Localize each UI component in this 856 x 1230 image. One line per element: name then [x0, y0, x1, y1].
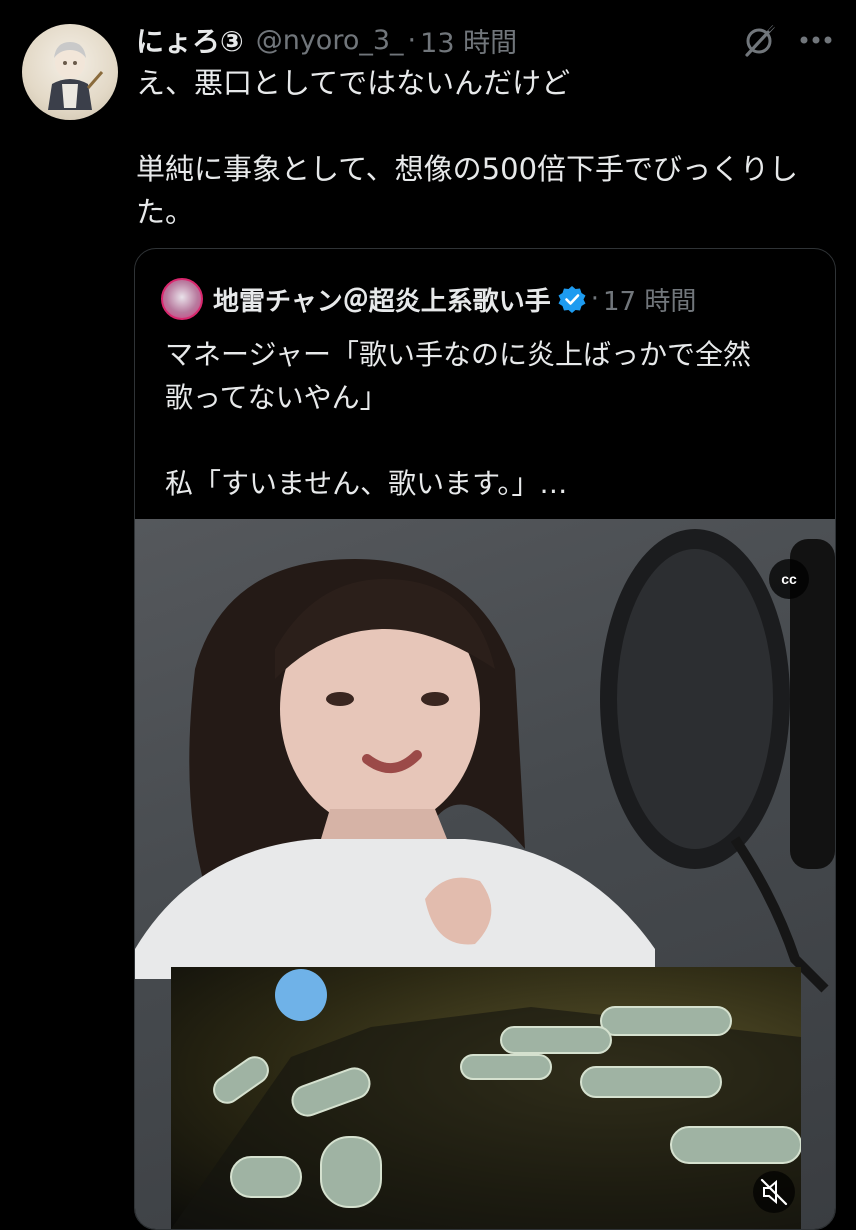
closed-captions-icon[interactable]: cc: [767, 557, 811, 601]
more-icon[interactable]: [796, 22, 836, 58]
video-inset-scene: [171, 967, 801, 1229]
quoted-tweet-text: マネージャー「歌い手なのに炎上ばっかで全然 歌ってないやん」 私「すいません、歌…: [165, 333, 815, 505]
avatar[interactable]: [22, 24, 118, 120]
quoted-text-line: 歌ってないやん」: [165, 381, 388, 414]
separator-dot: ·: [407, 24, 417, 56]
quoted-text-line: 私「すいません、歌います。」…: [165, 467, 568, 500]
user-handle[interactable]: @nyoro_3_: [256, 25, 404, 56]
quoted-tweet[interactable]: 地雷チャン＠超炎上系歌い手 · 17 時間 マネージャー「歌い手なのに炎上ばっか…: [134, 248, 836, 1230]
tweet-text-line: 単純に事象として、想像の500倍下手でびっくりし: [136, 152, 799, 186]
quoted-timestamp[interactable]: 17 時間: [603, 281, 696, 318]
verified-badge-icon: [558, 286, 586, 313]
quoted-text-blank-line: [165, 419, 815, 462]
muted-speaker-icon[interactable]: [751, 1169, 797, 1215]
tweet-header: にょろ③ @nyoro_3_ · 13 時間: [136, 18, 517, 62]
display-name[interactable]: にょろ③: [136, 20, 244, 60]
avatar-illustration: [48, 42, 104, 110]
tweet-text-blank-line: [136, 105, 846, 148]
quoted-tweet-header: 地雷チャン＠超炎上系歌い手 · 17 時間: [161, 278, 696, 320]
tweet-text-line: た。: [136, 195, 195, 229]
timestamp[interactable]: 13 時間: [420, 21, 517, 60]
tweet-text-line: え、悪口としてではないんだけど: [136, 66, 571, 100]
grok-icon[interactable]: [742, 22, 778, 58]
separator-dot: ·: [590, 284, 600, 314]
tweet-text: え、悪口としてではないんだけど 単純に事象として、想像の500倍下手でびっくりし…: [136, 62, 846, 234]
cc-label: cc: [781, 571, 797, 587]
quoted-avatar[interactable]: [161, 278, 203, 320]
quoted-display-name[interactable]: 地雷チャン＠超炎上系歌い手: [213, 281, 551, 318]
inset-illustration: [171, 969, 801, 1229]
quoted-text-line: マネージャー「歌い手なのに炎上ばっかで全然: [165, 338, 752, 371]
tweet[interactable]: にょろ③ @nyoro_3_ · 13 時間 え、悪口としてではないんだけど 単…: [0, 0, 856, 1230]
video-player[interactable]: cc: [135, 519, 835, 1229]
